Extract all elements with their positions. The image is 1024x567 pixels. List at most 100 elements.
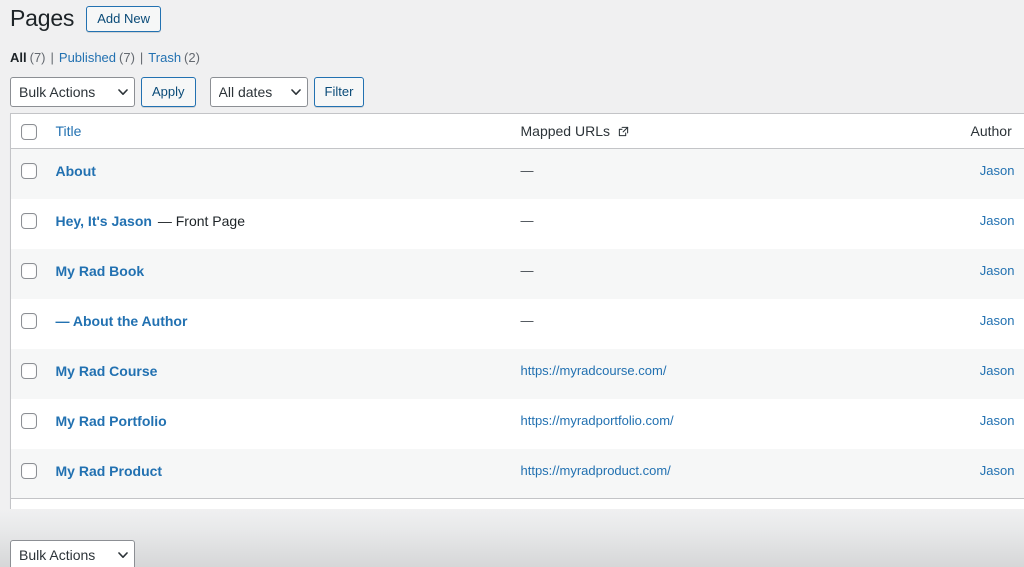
- row-mapped-url-cell: https://myradproduct.com/: [511, 449, 961, 499]
- mapped-url-link[interactable]: https://myradcourse.com/: [521, 363, 667, 378]
- row-mapped-url-cell: —: [511, 249, 961, 299]
- page-title: Pages: [10, 5, 75, 32]
- post-state-label: — Front Page: [153, 212, 245, 229]
- page-title-link[interactable]: My Rad Book: [56, 263, 145, 279]
- bulk-actions-select-top[interactable]: Bulk ActionsEditMove to Trash: [10, 77, 135, 107]
- filter-separator: |: [50, 50, 54, 65]
- table-row: About — Jason: [10, 148, 1024, 199]
- filter-link-published[interactable]: Published: [59, 45, 116, 71]
- row-select-cell: [11, 399, 46, 449]
- filter-count-published: (7): [119, 50, 135, 65]
- row-select-cell: [11, 349, 46, 399]
- row-select-checkbox[interactable]: [21, 212, 37, 229]
- row-title-cell: My Rad Course: [46, 349, 511, 399]
- page-title-link[interactable]: — About the Author: [56, 313, 188, 329]
- apply-button-top[interactable]: Apply: [141, 77, 196, 107]
- mapped-url-link[interactable]: https://myradportfolio.com/: [521, 413, 674, 428]
- row-author-cell: Jason: [961, 299, 1024, 349]
- row-select-checkbox[interactable]: [21, 312, 37, 329]
- row-select-cell: [11, 249, 46, 299]
- table-row: My Rad Product https://myradproduct.com/J…: [10, 448, 1024, 499]
- row-title-cell: About: [46, 149, 511, 199]
- table-header-row: Title Mapped URLs Author: [10, 113, 1024, 150]
- row-select-cell: [11, 149, 46, 199]
- select-all-header: [10, 113, 46, 150]
- author-link[interactable]: Jason: [980, 313, 1015, 328]
- table-row: — About the Author — Jason: [10, 298, 1024, 349]
- author-link[interactable]: Jason: [980, 263, 1015, 278]
- row-select-checkbox[interactable]: [21, 462, 37, 479]
- bulk-actions-select-wrap-top: Bulk ActionsEditMove to Trash: [10, 77, 135, 107]
- row-select-checkbox[interactable]: [21, 262, 37, 279]
- row-mapped-url-cell: —: [511, 299, 961, 349]
- dates-select[interactable]: All dates: [209, 77, 308, 107]
- tablenav-top: Bulk ActionsEditMove to Trash Apply All …: [10, 77, 1024, 107]
- filter-link-trash[interactable]: Trash: [148, 45, 181, 71]
- filter-count-trash: (2): [184, 50, 200, 65]
- filter-item-published: Published (7) |: [59, 45, 148, 71]
- row-author-cell: Jason: [961, 199, 1024, 249]
- mapped-url-empty: —: [520, 212, 534, 228]
- author-link[interactable]: Jason: [980, 363, 1015, 378]
- pages-table-wrap: Title Mapped URLs Author About — Jason H…: [10, 113, 1024, 535]
- table-row: My Rad Course https://myradcourse.com/Jas…: [10, 348, 1024, 399]
- mapped-url-empty: —: [520, 262, 534, 278]
- author-link[interactable]: Jason: [980, 463, 1015, 478]
- page-header: Pages Add New: [10, 0, 1024, 34]
- page-title-link[interactable]: My Rad Course: [56, 363, 158, 379]
- mapped-url-link[interactable]: https://myradproduct.com/: [521, 463, 671, 478]
- table-row: My Rad Portfolio https://myradportfolio.c…: [10, 398, 1024, 449]
- mapped-url-empty: —: [520, 163, 534, 179]
- admin-page: Pages Add New All (7) | Published (7) | …: [0, 0, 1024, 567]
- row-select-cell: [11, 449, 46, 499]
- author-link[interactable]: Jason: [980, 163, 1015, 178]
- bulk-actions-select-wrap-bottom: Bulk ActionsEditMove to Trash: [10, 540, 135, 567]
- row-author-cell: Jason: [961, 449, 1024, 499]
- column-header-title: Title: [45, 113, 511, 150]
- table-head: Title Mapped URLs Author: [10, 113, 1024, 150]
- row-author-cell: Jason: [961, 249, 1024, 299]
- column-label-mapped-urls: Mapped URLs: [520, 123, 611, 139]
- column-label-author: Author: [970, 123, 1012, 139]
- row-select-cell: [11, 299, 46, 349]
- filter-item-trash: Trash (2): [148, 45, 200, 71]
- filter-item-all: All (7) |: [10, 45, 59, 71]
- table-row: Hey, It's Jason — Front Page — Jason: [10, 198, 1024, 249]
- table-row: My Rad Book — Jason: [10, 248, 1024, 299]
- filter-count-all: (7): [29, 50, 46, 65]
- bulk-actions-group-top: Bulk ActionsEditMove to Trash Apply: [10, 77, 196, 107]
- column-sort-title-top[interactable]: Title: [56, 123, 82, 139]
- page-title-link[interactable]: Hey, It's Jason: [56, 213, 152, 229]
- row-select-cell: [11, 199, 46, 249]
- column-header-mapped-urls: Mapped URLs: [510, 113, 961, 150]
- filter-separator: |: [139, 50, 144, 65]
- row-select-checkbox[interactable]: [21, 412, 37, 429]
- table-body: About — Jason Hey, It's Jason — Front Page —…: [10, 148, 1024, 499]
- page-bottom-gradient: [0, 509, 1024, 567]
- row-title-cell: My Rad Book: [46, 249, 511, 299]
- status-filter-links: All (7) | Published (7) | Trash (2): [10, 45, 1024, 71]
- mapped-url-empty: —: [520, 312, 534, 328]
- external-link-icon: [618, 126, 629, 137]
- row-mapped-url-cell: https://myradportfolio.com/: [511, 399, 961, 449]
- select-all-checkbox-top[interactable]: [21, 124, 37, 140]
- row-mapped-url-cell: —: [511, 199, 961, 249]
- author-link[interactable]: Jason: [980, 413, 1015, 428]
- page-title-link[interactable]: My Rad Portfolio: [56, 413, 167, 429]
- row-author-cell: Jason: [961, 399, 1024, 449]
- bulk-actions-select-bottom[interactable]: Bulk ActionsEditMove to Trash: [10, 540, 135, 567]
- row-author-cell: Jason: [961, 149, 1024, 199]
- page-title-link[interactable]: About: [56, 163, 96, 179]
- row-select-checkbox[interactable]: [21, 362, 37, 379]
- column-header-author: Author: [960, 113, 1024, 150]
- pages-list-table: Title Mapped URLs Author About — Jason H…: [10, 113, 1024, 535]
- filter-link-all[interactable]: All: [10, 45, 27, 71]
- filter-button[interactable]: Filter: [313, 77, 365, 107]
- add-new-button[interactable]: Add New: [86, 6, 161, 32]
- row-author-cell: Jason: [961, 349, 1024, 399]
- page-title-link[interactable]: My Rad Product: [56, 463, 163, 479]
- author-link[interactable]: Jason: [980, 213, 1015, 228]
- date-filter-group: All dates Filter: [209, 77, 365, 107]
- row-title-cell: My Rad Portfolio: [46, 399, 511, 449]
- row-select-checkbox[interactable]: [21, 163, 37, 180]
